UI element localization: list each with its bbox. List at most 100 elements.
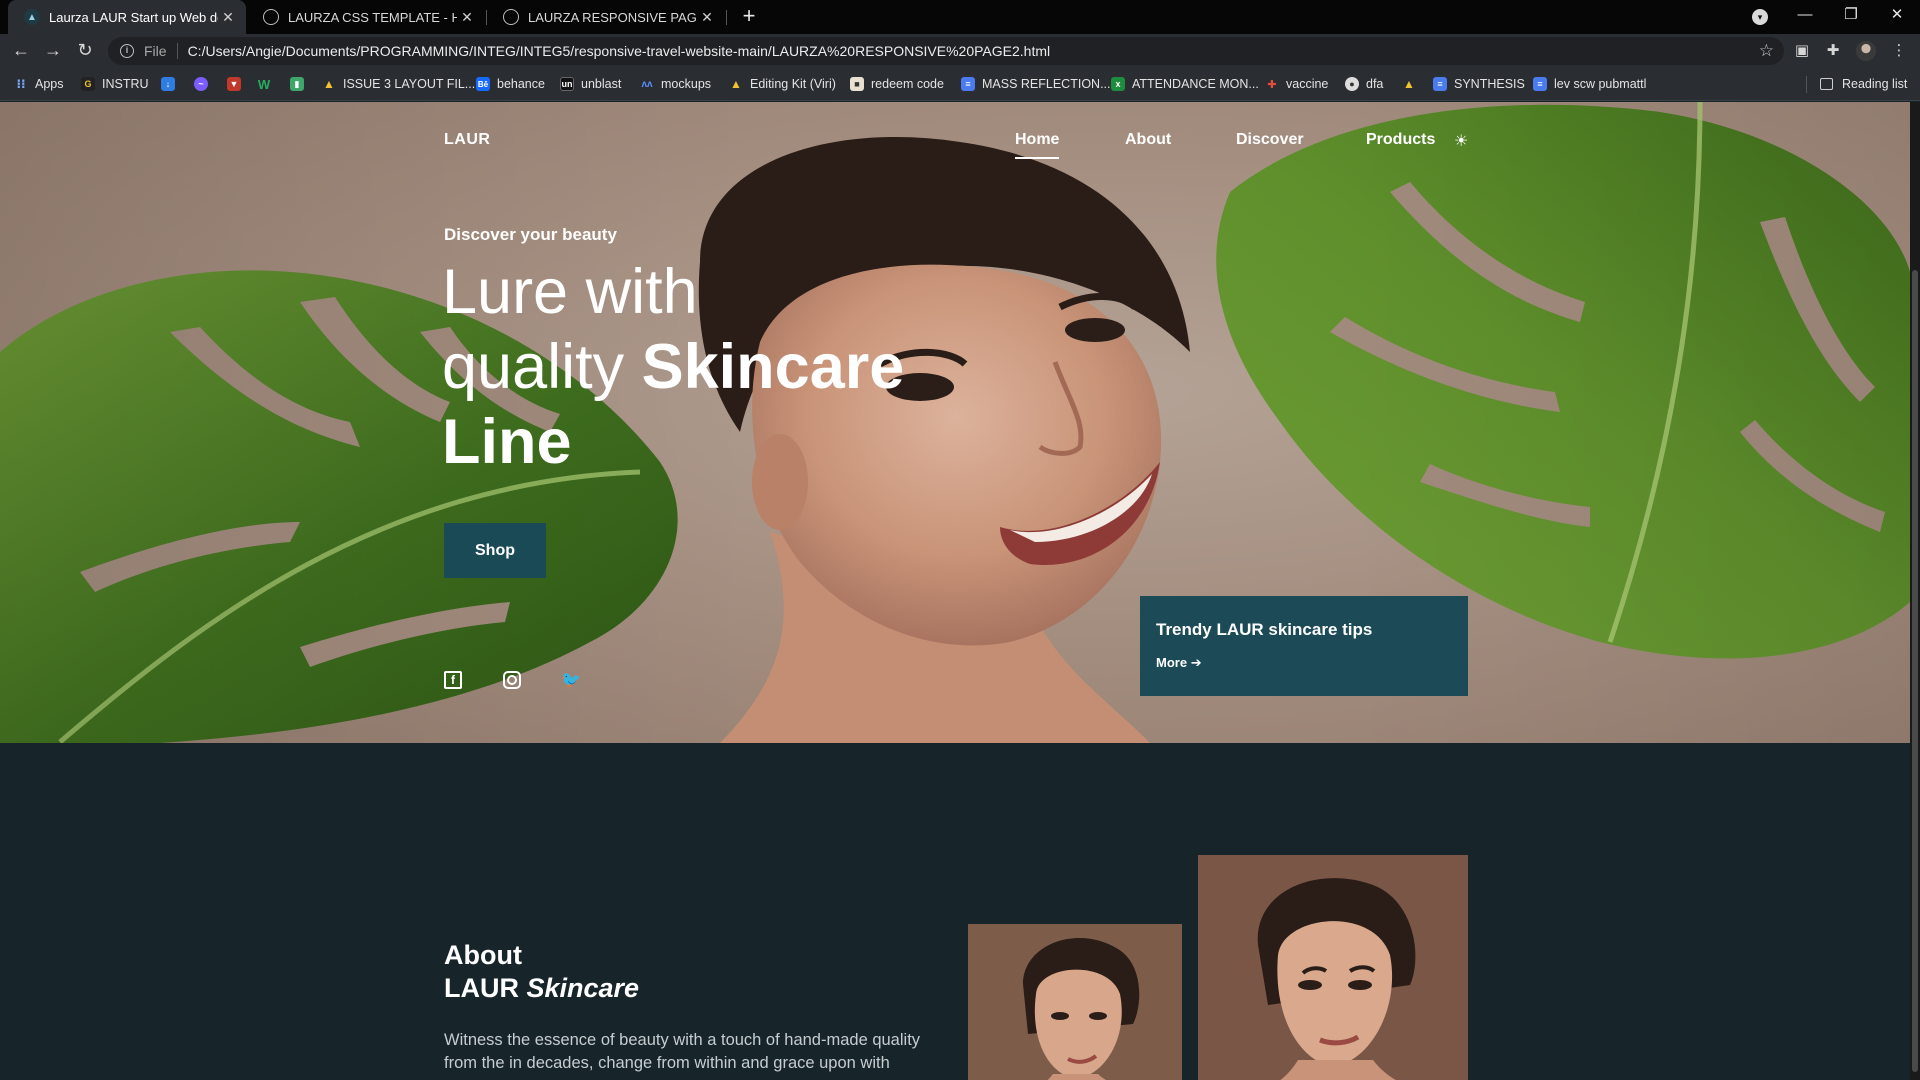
drive-icon: ▲ [323,77,335,91]
web-page: LAUR Home About Discover Products ☀ Disc… [0,102,1910,1080]
bookmark-synthesis[interactable]: ≡ SYNTHESIS [1433,68,1525,100]
facebook-icon[interactable]: f [444,671,462,689]
bookmark-mockups[interactable]: ʌʌ mockups [640,68,711,100]
reload-icon[interactable]: ↻ [73,39,97,63]
bookmark-lev-scw[interactable]: ≡ lev scw pubmattl [1533,68,1646,100]
close-tab-icon[interactable]: ✕ [457,9,477,26]
close-tab-icon[interactable]: ✕ [697,9,717,26]
nav-about[interactable]: About [1125,131,1171,149]
tips-more-link[interactable]: More ➔ [1156,655,1202,671]
vaccine-icon: ✚ [1267,78,1277,91]
docs-icon: ≡ [1433,77,1447,91]
tab-title: LAURZA CSS TEMPLATE - HTML/ [288,9,457,25]
bookmark-unblast[interactable]: un unblast [560,68,621,100]
site-header: LAUR Home About Discover Products ☀ [444,122,1469,172]
w-icon: W [257,76,271,92]
puzzle-icon[interactable]: ✚ [1822,40,1844,62]
close-tab-icon[interactable]: ✕ [218,9,238,26]
bookmark-download[interactable]: ↓ [161,68,182,100]
tab-laurza-start-up[interactable]: ▲ Laurza LAUR Start up Web design ✕ [8,0,246,34]
shield-icon: ▼ [227,77,241,91]
bookmark-editing-kit[interactable]: ▲ Editing Kit (Viri) [729,68,836,100]
about-image-small [968,924,1182,1080]
bookmark-behance[interactable]: Bē behance [476,68,545,100]
bookmark-mass-reflection[interactable]: ≡ MASS REFLECTION... [961,68,1111,100]
drive-icon: ▲ [1403,77,1415,91]
reading-list-button[interactable]: Reading list [1820,68,1907,100]
about-subheading: LAUR Skincare [444,973,640,1003]
tab-title: Laurza LAUR Start up Web design [49,9,218,25]
docs-icon: ≡ [1533,77,1547,91]
bookmark-apps[interactable]: ⁝⁝ Apps [14,68,63,100]
arrow-right-icon: ➔ [1190,655,1202,670]
page-scrollbar[interactable] [1910,102,1920,1080]
twitter-icon[interactable]: 🐦 [561,671,581,689]
sun-icon[interactable]: ☀ [1454,131,1468,151]
nav-discover[interactable]: Discover [1236,131,1304,149]
gift-icon: ■ [850,77,864,91]
bookmark-messenger[interactable]: ~ [194,68,215,100]
behance-icon: Bē [476,77,490,91]
download-icon: ↓ [161,77,175,91]
bookmark-redeem-code[interactable]: ■ redeem code [850,68,944,100]
bookmark-star-icon[interactable]: ☆ [1759,41,1774,61]
tab-search-icon[interactable]: ▾ [1752,9,1768,25]
g-icon: G [81,77,95,91]
about-heading: About [444,940,522,970]
drive-icon: ▲ [730,77,742,91]
tab-strip: ▲ Laurza LAUR Start up Web design ✕ LAUR… [0,0,1920,34]
bookmark-vaccine[interactable]: ✚ vaccine [1265,68,1328,100]
shop-button[interactable]: Shop [444,523,546,578]
reading-list-icon [1820,78,1833,90]
bookmark-green[interactable]: ▮ [290,68,311,100]
nav-home[interactable]: Home [1015,131,1060,159]
globe-icon [263,9,279,25]
close-window-icon[interactable]: ✕ [1875,0,1919,32]
bottle-icon: ▮ [290,77,304,91]
url-scheme: File [144,43,178,59]
bookmark-issue-3[interactable]: ▲ ISSUE 3 LAYOUT FIL... [322,68,475,100]
bookmarks-bar: ⁝⁝ Apps G INSTRU ↓ ~ ▼ W ▮ ▲ ISSUE 3 LAYOUT… [0,68,1920,101]
hero-section: LAUR Home About Discover Products ☀ Disc… [0,102,1910,743]
hero-title: Lure with quality Skincare Line [442,257,905,477]
forward-icon[interactable]: → [41,39,65,63]
nav-products[interactable]: Products [1366,131,1435,149]
docs-icon: ≡ [961,77,975,91]
messenger-icon: ~ [194,77,208,91]
tab-laurza-responsive-page1[interactable]: LAURZA RESPONSIVE PAGE1 ✕ [487,0,725,34]
address-bar[interactable]: i File C:/Users/Angie/Documents/PROGRAMM… [108,37,1784,65]
hero-subtitle: Discover your beauty [444,225,617,244]
model-portrait-small [968,924,1182,1080]
profile-avatar[interactable] [1856,41,1876,61]
minimize-icon[interactable]: — [1783,0,1827,32]
browser-window: ▲ Laurza LAUR Start up Web design ✕ LAUR… [0,0,1920,1080]
bookmark-divider [1806,76,1807,93]
bookmark-instru[interactable]: G INSTRU [81,68,149,100]
tab-title: LAURZA RESPONSIVE PAGE1 [528,9,697,25]
model-portrait-large [1198,855,1468,1080]
bookmark-attendance[interactable]: x ATTENDANCE MON... [1111,68,1259,100]
extension-icon[interactable]: ▣ [1791,40,1813,62]
about-description: Witness the essence of beauty with a tou… [444,1031,921,1072]
bookmark-red[interactable]: ▼ [227,68,248,100]
mockups-icon: ʌʌ [641,78,653,90]
restore-icon[interactable]: ❐ [1829,0,1873,32]
info-icon[interactable]: i [120,44,134,58]
url-text[interactable]: C:/Users/Angie/Documents/PROGRAMMING/INT… [188,43,1051,59]
menu-kebab-icon[interactable]: ⋮ [1888,40,1910,62]
sheets-icon: x [1111,77,1125,91]
instagram-icon[interactable] [503,671,521,689]
dfa-seal-icon: ● [1345,77,1359,91]
bookmark-drive[interactable]: ▲ [1402,68,1423,100]
unblast-icon: un [560,77,574,91]
skincare-tips-card[interactable]: Trendy LAUR skincare tips More ➔ [1140,596,1468,696]
tips-card-title: Trendy LAUR skincare tips [1156,620,1373,639]
bookmark-w[interactable]: W [257,68,278,100]
tab-laurza-css-template[interactable]: LAURZA CSS TEMPLATE - HTML/ ✕ [247,0,485,34]
back-icon[interactable]: ← [9,39,33,63]
new-tab-icon[interactable]: + [737,4,761,30]
site-logo[interactable]: LAUR [444,131,490,149]
apps-grid-icon: ⁝⁝ [16,77,26,91]
bookmark-dfa[interactable]: ● dfa [1345,68,1383,100]
scrollbar-thumb[interactable] [1912,270,1918,1072]
